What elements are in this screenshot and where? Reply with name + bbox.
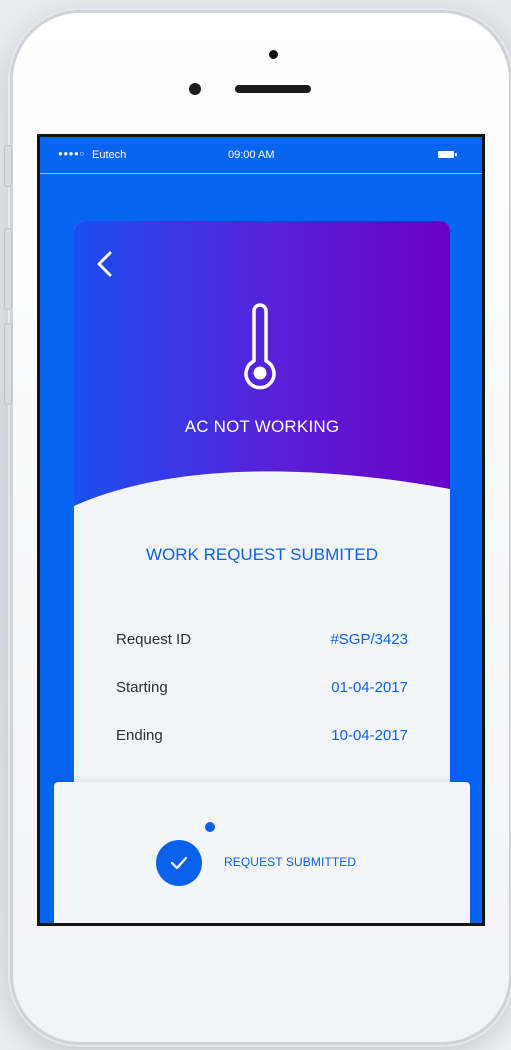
- side-button-volume-up: [4, 228, 12, 310]
- chevron-left-icon: [97, 251, 112, 277]
- detail-value: 10-04-2017: [331, 727, 408, 744]
- front-camera: [189, 83, 201, 95]
- detail-row-starting: Starting 01-04-2017: [116, 679, 408, 701]
- header-wave-divider: [74, 471, 450, 531]
- detail-label: Ending: [116, 727, 163, 744]
- detail-value: #SGP/3423: [330, 631, 408, 648]
- proximity-sensor: [269, 50, 278, 59]
- detail-label: Request ID: [116, 631, 192, 648]
- status-check-button[interactable]: [156, 840, 202, 886]
- status-time: 09:00 AM: [228, 149, 275, 161]
- status-bar: ●●●●○ Eutech 09:00 AM: [40, 137, 482, 174]
- submitted-heading: WORK REQUEST SUBMITED: [145, 545, 379, 564]
- signal-strength-icon: ●●●●○: [58, 149, 85, 158]
- earpiece-speaker: [235, 85, 311, 93]
- carrier-name: Eutech: [92, 149, 127, 161]
- app-screen: ●●●●○ Eutech 09:00 AM AC NOT WORKING WOR…: [37, 134, 485, 926]
- check-icon: [170, 856, 188, 870]
- detail-row-ending: Ending 10-04-2017: [116, 727, 408, 749]
- detail-row-request-id: Request ID #SGP/3423: [116, 631, 408, 653]
- status-indicator-dot: [205, 822, 215, 832]
- side-button-volume-down: [4, 323, 12, 405]
- back-button[interactable]: [94, 249, 118, 279]
- request-status-panel: REQUEST SUBMITTED: [54, 782, 470, 923]
- detail-value: 01-04-2017: [331, 679, 408, 696]
- issue-title: AC NOT WORKING: [184, 417, 340, 436]
- side-button-mute: [4, 145, 12, 187]
- battery-icon: [438, 151, 457, 158]
- thermometer-icon: [244, 303, 276, 390]
- detail-label: Starting: [116, 679, 168, 696]
- status-label: REQUEST SUBMITTED: [224, 855, 357, 869]
